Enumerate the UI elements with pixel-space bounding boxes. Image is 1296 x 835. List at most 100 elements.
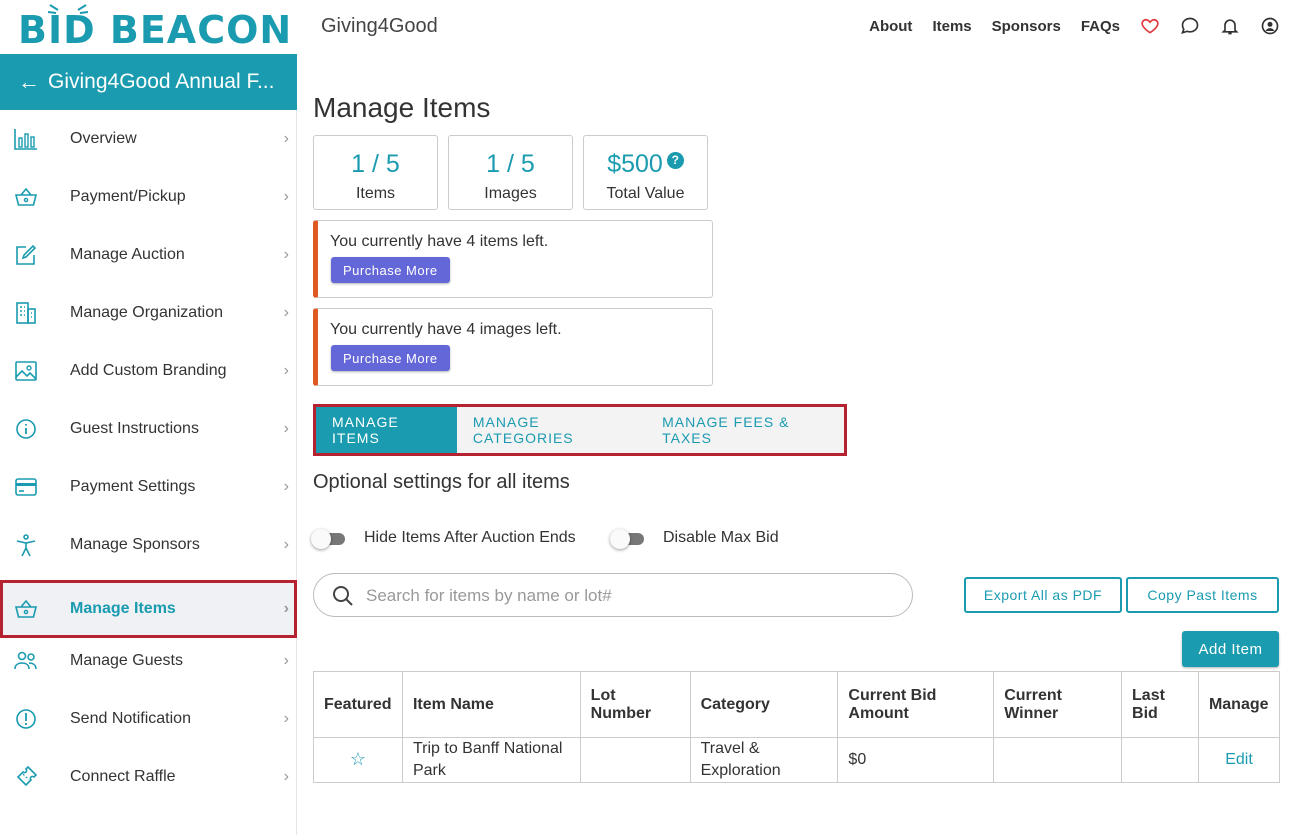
sidebar-item-manage-guests[interactable]: Manage Guests › xyxy=(0,632,297,690)
star-icon[interactable]: ☆ xyxy=(350,749,366,769)
col-category: Category xyxy=(689,671,839,738)
table-row: ☆ Trip to Banff National Park Travel & E… xyxy=(313,737,1281,783)
person-icon xyxy=(14,533,38,557)
col-current-bid: Current Bid Amount xyxy=(837,671,995,738)
search-bar xyxy=(313,573,913,617)
sidebar-item-payment-settings[interactable]: Payment Settings › xyxy=(0,458,297,516)
tab-manage-categories[interactable]: MANAGE CATEGORIES xyxy=(457,407,646,453)
chevron-right-icon: › xyxy=(283,478,289,495)
featured-cell: ☆ xyxy=(313,737,403,783)
lot-number-cell xyxy=(579,737,691,783)
sidebar-item-label: Send Notification xyxy=(70,710,191,727)
stat-caption: Images xyxy=(484,185,537,202)
stat-value: 1 / 5 xyxy=(351,150,400,178)
nav-items[interactable]: Items xyxy=(932,18,971,35)
category-cell: Travel & Exploration xyxy=(689,737,839,783)
sidebar-item-overview[interactable]: Overview › xyxy=(0,110,297,168)
col-last-bid: Last Bid xyxy=(1121,671,1199,738)
nav-faqs[interactable]: FAQs xyxy=(1081,18,1120,35)
item-name-cell: Trip to Banff National Park xyxy=(401,737,581,783)
toggle-knob xyxy=(610,529,630,549)
export-pdf-button[interactable]: Export All as PDF xyxy=(964,577,1122,613)
purchase-more-images-button[interactable]: Purchase More xyxy=(331,345,450,371)
chevron-right-icon: › xyxy=(283,130,289,147)
sidebar-item-label: Connect Raffle xyxy=(70,768,176,785)
alert-message: You currently have 4 items left. xyxy=(330,233,549,250)
table-header-row: Featured Item Name Lot Number Category C… xyxy=(313,671,1281,738)
chevron-right-icon: › xyxy=(283,246,289,263)
alert-icon xyxy=(14,707,38,731)
sidebar-item-manage-organization[interactable]: Manage Organization › xyxy=(0,284,297,342)
basket-icon xyxy=(14,185,38,209)
hide-items-toggle[interactable] xyxy=(311,529,345,549)
help-icon[interactable]: ? xyxy=(666,152,684,169)
chevron-right-icon: › xyxy=(283,188,289,205)
items-table: Featured Item Name Lot Number Category C… xyxy=(313,671,1281,783)
nav-about[interactable]: About xyxy=(869,18,912,35)
sidebar-item-manage-items[interactable]: Manage Items › xyxy=(0,580,297,638)
event-title: Giving4Good Annual F... xyxy=(48,70,275,93)
bell-icon[interactable] xyxy=(1220,16,1240,36)
edit-link[interactable]: Edit xyxy=(1225,751,1253,768)
basket-icon xyxy=(14,597,38,621)
sidebar: ← Giving4Good Annual F... Overview › Pay… xyxy=(0,54,297,835)
stat-card-items: 1 / 5 Items xyxy=(313,135,438,210)
tab-manage-fees-taxes[interactable]: MANAGE FEES & TAXES xyxy=(646,407,844,453)
chat-icon[interactable] xyxy=(1180,16,1200,36)
copy-past-items-button[interactable]: Copy Past Items xyxy=(1126,577,1279,613)
sidebar-item-manage-sponsors[interactable]: Manage Sponsors › xyxy=(0,516,297,574)
tab-manage-items[interactable]: MANAGE ITEMS xyxy=(316,407,457,453)
heart-icon[interactable] xyxy=(1140,16,1160,36)
sidebar-item-label: Payment/Pickup xyxy=(70,188,186,205)
chevron-right-icon: › xyxy=(283,652,289,669)
stat-card-images: 1 / 5 Images xyxy=(448,135,573,210)
optional-settings-title: Optional settings for all items xyxy=(313,471,570,493)
sidebar-item-label: Manage Auction xyxy=(70,246,185,263)
info-icon xyxy=(14,417,38,441)
stat-value: $500 xyxy=(607,150,663,178)
chevron-right-icon: › xyxy=(283,362,289,379)
search-input[interactable] xyxy=(366,584,886,608)
disable-max-bid-toggle[interactable] xyxy=(610,529,644,549)
sidebar-item-label: Overview xyxy=(70,130,137,147)
sidebar-item-label: Guest Instructions xyxy=(70,420,199,437)
back-arrow-icon[interactable]: ← xyxy=(18,69,40,95)
col-manage: Manage xyxy=(1197,671,1281,738)
image-icon xyxy=(14,359,38,383)
credit-card-icon xyxy=(14,475,38,499)
toggle-knob xyxy=(311,529,331,549)
nav-sponsors[interactable]: Sponsors xyxy=(992,18,1061,35)
chevron-right-icon: › xyxy=(283,600,289,617)
sidebar-item-payment-pickup[interactable]: Payment/Pickup › xyxy=(0,168,297,226)
logo[interactable]: BID BEACON xyxy=(18,4,291,50)
images-left-alert: You currently have 4 images left. Purcha… xyxy=(313,308,713,386)
add-item-button[interactable]: Add Item xyxy=(1182,631,1279,667)
sidebar-item-connect-raffle[interactable]: Connect Raffle › xyxy=(0,748,297,806)
sidebar-item-manage-auction[interactable]: Manage Auction › xyxy=(0,226,297,284)
chevron-right-icon: › xyxy=(283,710,289,727)
current-winner-cell xyxy=(993,737,1123,783)
edit-icon xyxy=(14,243,38,267)
sidebar-item-send-notification[interactable]: Send Notification › xyxy=(0,690,297,748)
org-name: Giving4Good xyxy=(321,15,438,37)
last-bid-cell xyxy=(1121,737,1199,783)
sidebar-item-guest-instructions[interactable]: Guest Instructions › xyxy=(0,400,297,458)
sidebar-item-label: Manage Organization xyxy=(70,304,223,321)
manage-cell: Edit xyxy=(1197,737,1281,783)
sidebar-item-label: Manage Guests xyxy=(70,652,183,669)
logo-text: BID BEACON xyxy=(18,8,293,52)
sidebar-item-custom-branding[interactable]: Add Custom Branding › xyxy=(0,342,297,400)
col-lot-number: Lot Number xyxy=(579,671,691,738)
disable-max-bid-label: Disable Max Bid xyxy=(663,529,779,546)
top-bar: BID BEACON Giving4Good About Items Spons… xyxy=(0,0,1296,54)
sidebar-item-label: Manage Items xyxy=(70,600,176,617)
users-icon xyxy=(14,649,38,673)
col-featured: Featured xyxy=(313,671,403,738)
stat-value-wrap: $500? xyxy=(584,150,707,179)
sidebar-back-header[interactable]: ← Giving4Good Annual F... xyxy=(0,54,297,110)
purchase-more-items-button[interactable]: Purchase More xyxy=(331,257,450,283)
page-title: Manage Items xyxy=(313,92,491,123)
account-icon[interactable] xyxy=(1260,16,1280,36)
sidebar-item-label: Payment Settings xyxy=(70,478,196,495)
col-item-name: Item Name xyxy=(401,671,581,738)
